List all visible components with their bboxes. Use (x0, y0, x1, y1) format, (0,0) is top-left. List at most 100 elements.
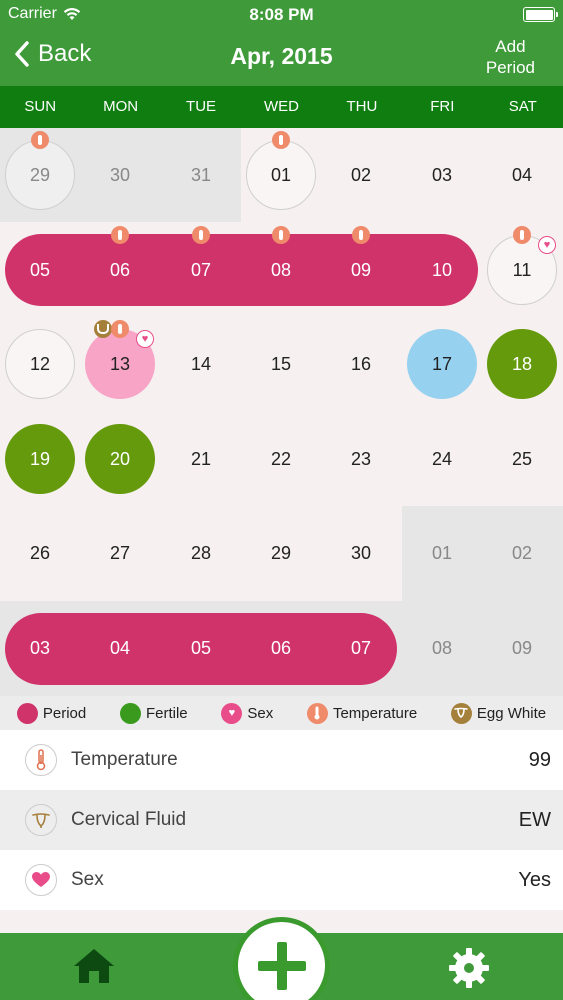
fertile-dot-icon (119, 702, 141, 724)
thermometer-icon (25, 744, 57, 776)
temperature-icon (513, 226, 531, 244)
calendar-day[interactable]: 21 (161, 412, 241, 506)
day-number: 12 (29, 353, 51, 374)
calendar-day[interactable]: 25 (482, 412, 562, 506)
day-number: 14 (190, 353, 212, 374)
legend-sex: ♥ Sex (221, 702, 274, 724)
sex-row[interactable]: Sex Yes (0, 850, 563, 910)
sex-value: Yes (518, 868, 551, 891)
calendar-day[interactable]: 18 (482, 317, 562, 411)
heart-icon: ♥ (136, 330, 154, 348)
calendar-day[interactable]: 16 (321, 317, 401, 411)
day-number: 28 (190, 542, 212, 563)
calendar-day[interactable]: 15 (241, 317, 321, 411)
plus-icon (257, 941, 306, 990)
calendar-day[interactable]: 24 (402, 412, 482, 506)
heart-icon (25, 864, 57, 896)
weekday-header: SUN MON TUE WED THU FRI SAT (0, 86, 563, 128)
calendar-day[interactable]: 17 (402, 317, 482, 411)
calendar-day[interactable]: 01 (241, 128, 321, 222)
uterus-icon (25, 804, 57, 836)
cervical-fluid-label: Cervical Fluid (71, 809, 187, 830)
day-number: 09 (511, 637, 533, 658)
calendar-day[interactable]: 14 (161, 317, 241, 411)
calendar-day[interactable]: 20 (80, 412, 160, 506)
calendar-day[interactable]: 06 (80, 223, 160, 317)
temperature-row[interactable]: Temperature 99 (0, 730, 563, 790)
calendar-day[interactable]: 07 (321, 601, 401, 695)
calendar-day[interactable]: 09 (482, 601, 562, 695)
legend-sex-label: Sex (247, 704, 274, 722)
calendar-day[interactable]: 19 (0, 412, 80, 506)
legend-temperature-label: Temperature (332, 704, 418, 722)
calendar-day[interactable]: 06 (241, 601, 321, 695)
add-entry-button[interactable] (233, 917, 330, 1000)
calendar-day[interactable]: 23 (321, 412, 401, 506)
battery-icon (523, 7, 558, 22)
day-number: 02 (350, 164, 372, 185)
day-number: 29 (29, 164, 51, 185)
gear-icon (449, 948, 489, 988)
period-dot-icon (16, 702, 38, 724)
calendar-day[interactable]: 02 (482, 506, 562, 600)
calendar-day[interactable]: 03 (402, 128, 482, 222)
calendar-day[interactable]: 12 (0, 317, 80, 411)
calendar-day[interactable]: 31 (161, 128, 241, 222)
calendar-day[interactable]: 02 (321, 128, 401, 222)
calendar-day[interactable]: 09 (321, 223, 401, 317)
day-number: 30 (350, 542, 372, 563)
uterus-icon (450, 702, 472, 724)
legend-fertile-label: Fertile (145, 704, 188, 722)
day-number: 01 (431, 542, 453, 563)
calendar-day[interactable]: 29 (0, 128, 80, 222)
legend-temperature: Temperature (306, 702, 418, 724)
day-number: 04 (109, 637, 131, 658)
day-number: 20 (109, 448, 131, 469)
cervical-fluid-row[interactable]: Cervical Fluid EW (0, 790, 563, 850)
day-number: 07 (190, 259, 212, 280)
calendar-day[interactable]: 08 (402, 601, 482, 695)
day-number: 11 (512, 259, 532, 280)
day-number: 03 (431, 164, 453, 185)
day-number: 08 (270, 259, 292, 280)
calendar-day[interactable]: 29 (241, 506, 321, 600)
calendar-day[interactable]: 10 (402, 223, 482, 317)
calendar-day[interactable]: 28 (161, 506, 241, 600)
temperature-icon (31, 131, 49, 149)
calendar-day[interactable]: 22 (241, 412, 321, 506)
add-period-line1: Add (495, 37, 526, 56)
calendar-day[interactable]: 07 (161, 223, 241, 317)
legend-period: Period (16, 702, 86, 724)
day-number: 15 (270, 353, 292, 374)
settings-button[interactable] (448, 947, 490, 994)
legend: Period Fertile ♥ Sex Temperature Egg Whi… (0, 696, 563, 730)
thermometer-icon (306, 702, 328, 724)
calendar-day[interactable]: 30 (321, 506, 401, 600)
day-number: 27 (109, 542, 131, 563)
day-number: 03 (29, 637, 51, 658)
add-period-button[interactable]: Add Period (486, 36, 535, 78)
calendar-day[interactable]: 04 (80, 601, 160, 695)
weekday-fri: FRI (430, 98, 455, 115)
home-button[interactable] (72, 947, 116, 990)
calendar-day[interactable]: 04 (482, 128, 562, 222)
heart-icon: ♥ (538, 236, 556, 254)
calendar-day[interactable]: 05 (0, 223, 80, 317)
day-number: 07 (350, 637, 372, 658)
day-number: 10 (431, 259, 453, 280)
calendar-day[interactable]: 05 (161, 601, 241, 695)
temperature-icon (352, 226, 370, 244)
day-number: 05 (190, 637, 212, 658)
calendar-day-selected[interactable]: ♥ 13 (80, 317, 160, 411)
day-number: 05 (29, 259, 51, 280)
calendar-day[interactable]: 03 (0, 601, 80, 695)
calendar-day[interactable]: 30 (80, 128, 160, 222)
calendar-day[interactable]: 08 (241, 223, 321, 317)
calendar-day[interactable]: 27 (80, 506, 160, 600)
day-number: 16 (350, 353, 372, 374)
calendar-day[interactable]: ♥ 11 (482, 223, 562, 317)
calendar-day[interactable]: 01 (402, 506, 482, 600)
day-number: 06 (109, 259, 131, 280)
day-number: 24 (431, 448, 453, 469)
calendar-day[interactable]: 26 (0, 506, 80, 600)
